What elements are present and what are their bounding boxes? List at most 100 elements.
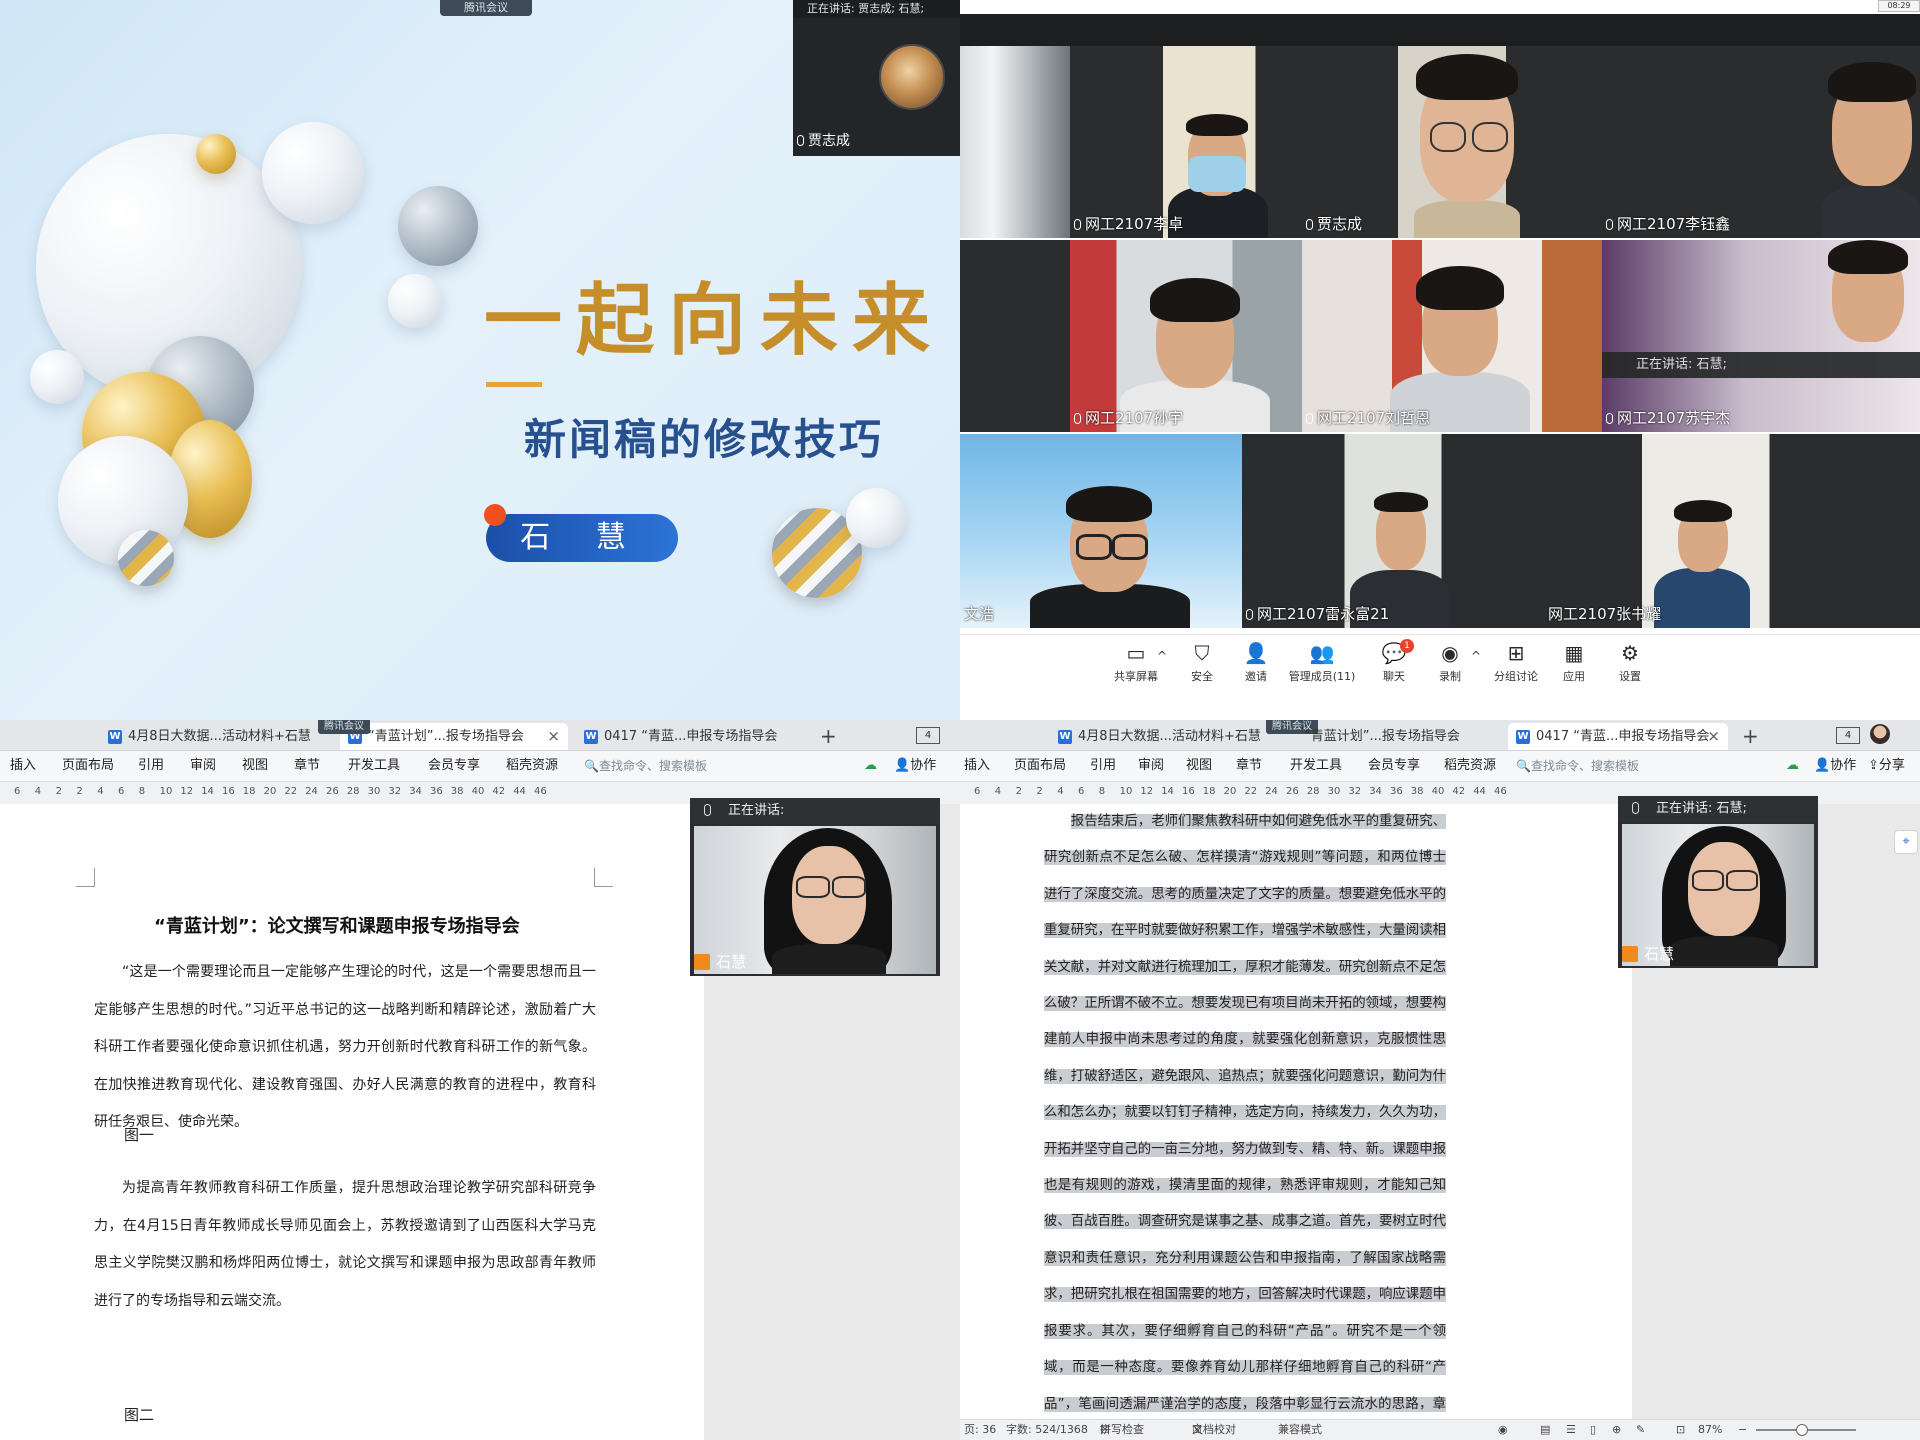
ruler-tick: 34 [1369, 786, 1382, 797]
ruler-tick: 36 [1390, 786, 1403, 797]
document-tab[interactable]: W 4月8日大数据...活动材料+石慧 [100, 723, 310, 750]
menu-view[interactable]: 视图 [242, 751, 268, 781]
video-tile[interactable]: 正在讲话: 石慧; 网工2107苏宇杰 [1602, 240, 1920, 432]
meeting-app-tag[interactable]: 腾讯会议 [318, 720, 370, 734]
speaker-camera-panel[interactable]: 正在讲话: 石慧 [690, 798, 940, 976]
record-options-caret[interactable]: ^ [1466, 649, 1486, 663]
document-tab-active[interactable]: W 0417 “青蓝...申报专场指导会 × [1508, 723, 1728, 750]
meeting-app-tag[interactable]: 腾讯会议 [440, 0, 532, 16]
ruler-tick: 12 [180, 786, 194, 797]
menu-chapter[interactable]: 章节 [1236, 751, 1262, 781]
invite-button[interactable]: 👤 邀请 [1226, 641, 1286, 684]
decor-sphere [262, 122, 364, 224]
selected-text[interactable]: 报告结束后，老师们聚焦教科研中如何避免低水平的重复研究、研究创新点不足怎么破、怎… [1044, 814, 1446, 1440]
command-search[interactable]: 🔍查找命令、搜索模板 [584, 751, 707, 781]
document-tab[interactable]: W 0417 “青蓝...申报专场指导会 [576, 723, 806, 750]
menu-docer[interactable]: 稻壳资源 [506, 751, 558, 781]
apps-button[interactable]: ▦ 应用 [1544, 641, 1604, 684]
video-tile[interactable]: 文浩 [960, 434, 1242, 628]
speaker-mini-panel[interactable]: 正在讲话: 贾志成; 石慧; 贾志成 [793, 0, 960, 156]
tab-count-badge[interactable]: 4 [916, 727, 940, 744]
location-pin-icon[interactable]: ⌖ [1894, 830, 1918, 854]
document-tab[interactable]: “青蓝计划”...报专场指导会 [1276, 723, 1466, 750]
close-icon[interactable]: × [1707, 723, 1720, 750]
new-tab-button[interactable]: + [820, 723, 837, 749]
zoom-out-button[interactable]: − [1738, 1420, 1747, 1440]
menu-review[interactable]: 审阅 [1138, 751, 1164, 781]
video-tile[interactable] [960, 46, 1070, 238]
document-page: 报告结束后，老师们聚焦教科研中如何避免低水平的重复研究、研究创新点不足怎么破、怎… [960, 804, 1632, 1440]
video-tile[interactable] [960, 240, 1070, 432]
ribbon-menu: 插入 页面布局 引用 审阅 视图 章节 开发工具 会员专享 稻壳资源 🔍查找命令… [0, 751, 960, 782]
menu-developer[interactable]: 开发工具 [1290, 751, 1342, 781]
web-view-icon[interactable]: ⊕ [1612, 1420, 1621, 1440]
ruler-tick: 2 [1036, 786, 1043, 797]
settings-button[interactable]: ⚙ 设置 [1600, 641, 1660, 684]
menu-developer[interactable]: 开发工具 [348, 751, 400, 781]
menu-chapter[interactable]: 章节 [294, 751, 320, 781]
ruler-tick: 2 [1015, 786, 1022, 797]
ruler-tick: 6 [974, 786, 981, 797]
video-tile[interactable]: 网工2107雷永富21 [1242, 434, 1544, 628]
video-tile[interactable]: 网工2107李钰鑫 [1602, 46, 1920, 238]
menu-view[interactable]: 视图 [1186, 751, 1212, 781]
menu-page-layout[interactable]: 页面布局 [1014, 751, 1066, 781]
menu-member[interactable]: 会员专享 [428, 751, 480, 781]
menu-page-layout[interactable]: 页面布局 [62, 751, 114, 781]
menu-insert[interactable]: 插入 [964, 751, 990, 781]
menu-insert[interactable]: 插入 [10, 751, 36, 781]
video-tile[interactable]: 网工2107孙宇 [1070, 240, 1302, 432]
outline-view-icon[interactable]: ☰ [1566, 1420, 1576, 1440]
command-search[interactable]: 🔍查找命令、搜索模板 [1516, 751, 1639, 781]
cloud-sync-icon[interactable]: ☁ [864, 751, 877, 781]
video-tile[interactable]: 网工2107张书耀 [1544, 434, 1920, 628]
share-button[interactable]: ⇪分享 [1868, 751, 1905, 781]
zoom-level[interactable]: 87% [1698, 1420, 1722, 1440]
avatar[interactable] [1870, 724, 1890, 744]
video-tile[interactable]: 网工2107刘哲恩 [1302, 240, 1602, 432]
chat-button[interactable]: 💬 聊天 1 [1364, 639, 1424, 684]
ruler-tick: 34 [409, 786, 422, 797]
menu-docer[interactable]: 稻壳资源 [1444, 751, 1496, 781]
menu-review[interactable]: 审阅 [190, 751, 216, 781]
reading-view-icon[interactable]: ▯ [1590, 1420, 1596, 1440]
document-tab[interactable]: W 4月8日大数据...活动材料+石慧 [1050, 723, 1260, 750]
word-count[interactable]: 字数: 524/1368 [1006, 1420, 1088, 1440]
security-button[interactable]: ⛉ 安全 [1172, 641, 1232, 684]
breakout-button[interactable]: ⊞ 分组讨论 [1486, 641, 1546, 684]
menu-references[interactable]: 引用 [138, 751, 164, 781]
invite-icon: 👤 [1243, 641, 1269, 665]
cloud-sync-icon[interactable]: ☁ [1786, 751, 1799, 781]
document-page: “青蓝计划”：论文撰写和课题申报专场指导会 “这是一个需要理论而且一定能够产生理… [0, 804, 704, 1440]
writer-doc-icon: W [1516, 730, 1530, 744]
ruler-tick: 4 [1057, 786, 1064, 797]
pen-icon[interactable]: ✎ [1636, 1420, 1645, 1440]
share-options-caret[interactable]: ^ [1152, 649, 1172, 663]
video-tile[interactable]: 网工2107李卓 [1070, 46, 1302, 238]
document-paragraph: “这是一个需要理论而且一定能够产生理论的时代，这是一个需要思想而且一定能够产生思… [94, 964, 596, 1130]
zoom-slider-handle[interactable] [1796, 1424, 1808, 1436]
menu-references[interactable]: 引用 [1090, 751, 1116, 781]
page-indicator[interactable]: 页: 36 [964, 1420, 996, 1440]
ruler-tick: 14 [201, 786, 214, 797]
new-tab-button[interactable]: + [1742, 723, 1759, 749]
collab-button[interactable]: 👤协作 [1814, 751, 1856, 781]
mic-icon [1074, 413, 1081, 424]
menu-member[interactable]: 会员专享 [1368, 751, 1420, 781]
mic-icon [1306, 413, 1313, 424]
close-icon[interactable]: × [547, 723, 560, 750]
speaker-camera-panel[interactable]: 正在讲话: 石慧; 石慧 [1618, 796, 1818, 968]
document-tab-active[interactable]: W “青蓝计划”...报专场指导会 × [340, 723, 568, 750]
participant-label: 网工2107张书耀 [1548, 605, 1662, 623]
meeting-toolbar: ▭ 共享屏幕 ^ ⛉ 安全 👤 邀请 👥 管理成员(11) 💬 聊天 1 ◉ 录制 ^ ⊞ 分… [960, 634, 1920, 695]
document-tab-bar: W 4月8日大数据...活动材料+石慧 腾讯会议 “青蓝计划”...报专场指导会 … [960, 720, 1920, 751]
fit-page-icon[interactable]: ⊡ [1676, 1420, 1685, 1440]
tab-count-badge[interactable]: 4 [1836, 727, 1860, 744]
page-view-icon[interactable]: ▤ [1540, 1420, 1550, 1440]
collab-button[interactable]: 👤协作 [894, 751, 936, 781]
video-tile[interactable]: 贾志成 [1302, 46, 1602, 238]
eye-icon[interactable]: ◉ [1498, 1420, 1508, 1440]
manage-members-button[interactable]: 👥 管理成员(11) [1286, 641, 1358, 684]
mic-icon [1632, 802, 1639, 814]
ruler-tick: 20 [263, 786, 277, 797]
